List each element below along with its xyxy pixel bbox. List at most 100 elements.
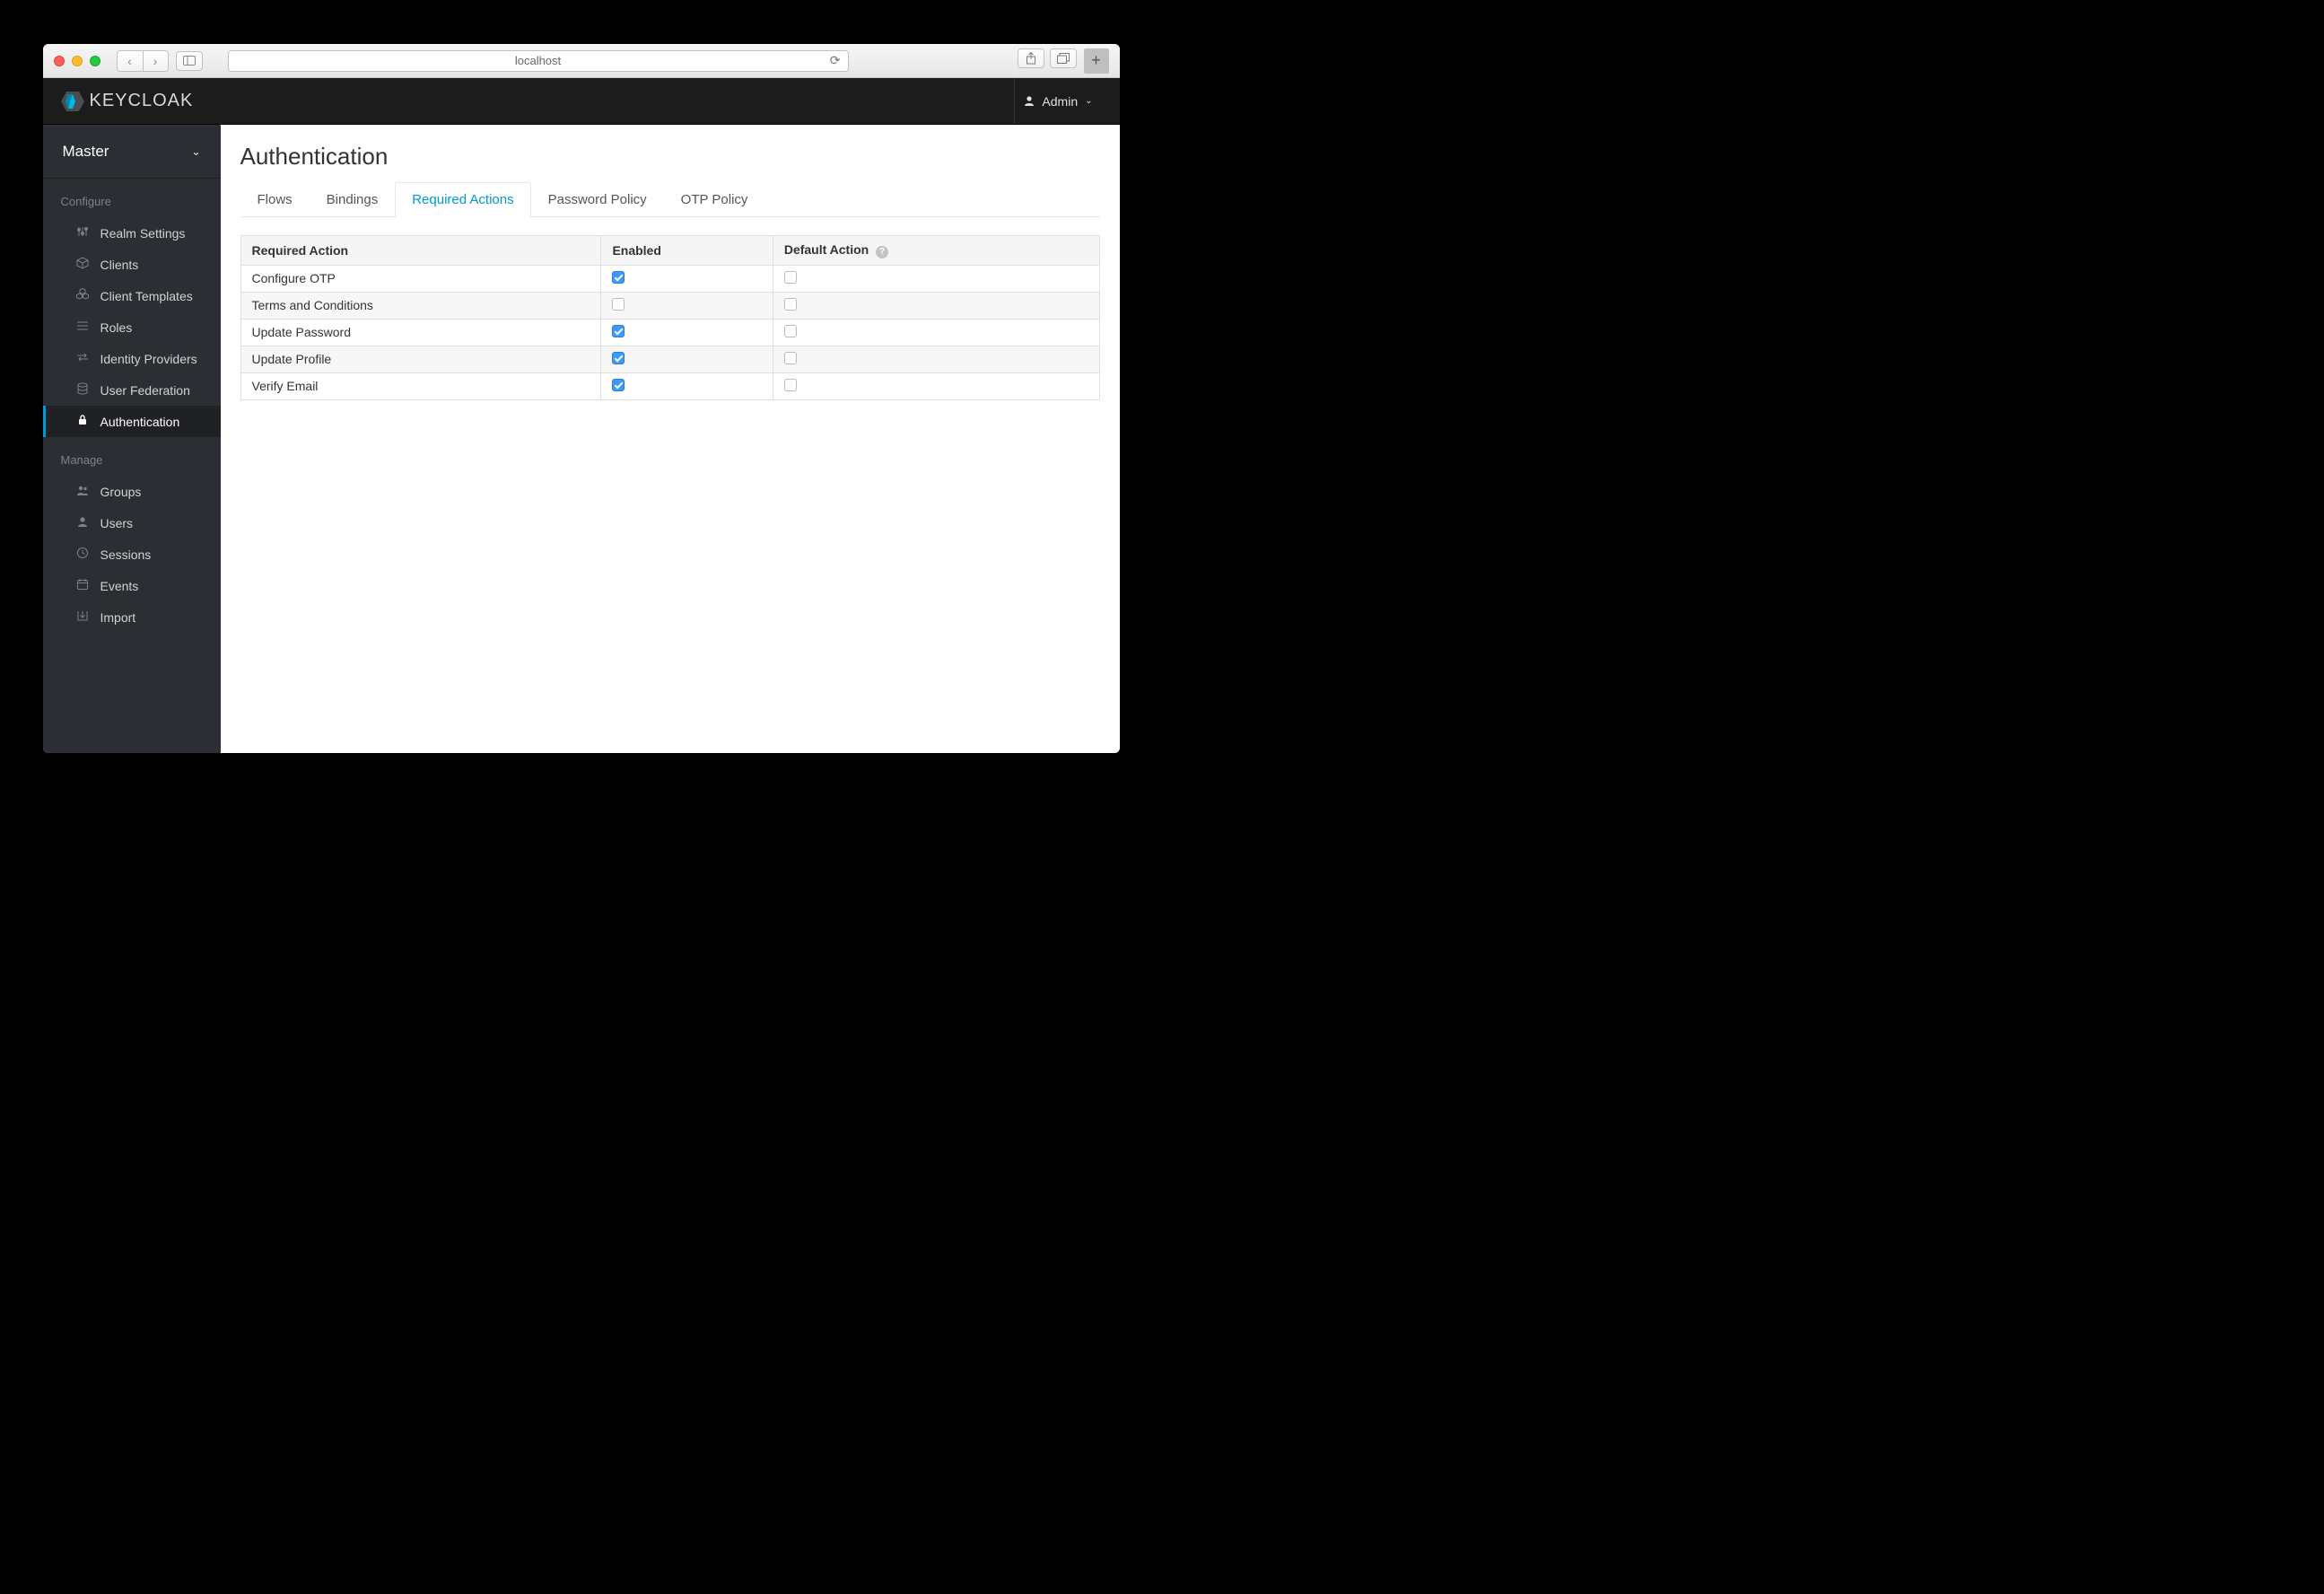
sidebar-item-label: Users: [100, 516, 134, 530]
action-name-cell: Update Profile: [240, 346, 601, 372]
plus-icon: +: [1091, 51, 1101, 70]
th-required-action: Required Action: [240, 236, 601, 266]
sidebar-item-label: Authentication: [100, 415, 180, 429]
share-button[interactable]: [1018, 48, 1044, 68]
list-icon: [75, 320, 90, 335]
reload-icon[interactable]: ⟳: [830, 53, 841, 68]
enabled-checkbox[interactable]: [612, 271, 625, 284]
default-cell: [773, 292, 1099, 319]
browser-right-buttons: +: [1018, 48, 1109, 74]
users-icon: [75, 484, 90, 499]
realm-selector[interactable]: Master ⌄: [43, 125, 221, 179]
cubes-icon: [75, 288, 90, 303]
default-cell: [773, 319, 1099, 346]
action-name-cell: Terms and Conditions: [240, 292, 601, 319]
sidebar-item-label: Client Templates: [100, 289, 193, 303]
new-tab-button[interactable]: +: [1084, 48, 1109, 74]
database-icon: [75, 382, 90, 398]
help-icon[interactable]: ?: [876, 246, 888, 258]
action-name-cell: Update Password: [240, 319, 601, 346]
sidebar-item-label: Clients: [100, 258, 139, 272]
sidebar-item-roles[interactable]: Roles: [43, 311, 221, 343]
sidebar-item-client-templates[interactable]: Client Templates: [43, 280, 221, 311]
enabled-cell: [601, 346, 773, 372]
sidebar-item-authentication[interactable]: Authentication: [43, 406, 221, 437]
default-action-checkbox[interactable]: [784, 379, 797, 391]
th-default-label: Default Action: [784, 242, 869, 257]
default-cell: [773, 265, 1099, 292]
enabled-checkbox[interactable]: [612, 298, 625, 311]
sidebar-item-import[interactable]: Import: [43, 601, 221, 633]
calendar-icon: [75, 578, 90, 593]
sidebar-item-clients[interactable]: Clients: [43, 249, 221, 280]
chevron-down-icon: ⌄: [1085, 96, 1092, 106]
exchange-icon: [75, 351, 90, 366]
panel-icon: [183, 56, 196, 66]
table-row: Terms and Conditions: [240, 292, 1099, 319]
default-action-checkbox[interactable]: [784, 352, 797, 364]
default-action-checkbox[interactable]: [784, 271, 797, 284]
default-action-checkbox[interactable]: [784, 298, 797, 311]
tab-otp-policy[interactable]: OTP Policy: [664, 182, 765, 217]
user-label: Admin: [1042, 94, 1078, 109]
sidebar-heading: Configure: [43, 179, 221, 217]
sidebar-item-identity-providers[interactable]: Identity Providers: [43, 343, 221, 374]
enabled-cell: [601, 292, 773, 319]
user-icon: [1024, 94, 1035, 109]
sidebar: Master ⌄ Configure Realm Settings Clients C…: [43, 78, 221, 753]
tab-password-policy[interactable]: Password Policy: [531, 182, 664, 217]
table-row: Update Password: [240, 319, 1099, 346]
sidebar-item-groups[interactable]: Groups: [43, 476, 221, 507]
sidebar-item-label: Import: [100, 610, 136, 625]
brand-logo[interactable]: KEYCLOAK: [61, 91, 194, 111]
clock-icon: [75, 547, 90, 562]
enabled-checkbox[interactable]: [612, 379, 625, 391]
app-topbar: KEYCLOAK Admin ⌄: [43, 78, 1120, 125]
window-controls: [54, 56, 100, 66]
sidebar-item-events[interactable]: Events: [43, 570, 221, 601]
table-row: Update Profile: [240, 346, 1099, 372]
enabled-checkbox[interactable]: [612, 325, 625, 337]
required-actions-table: Required Action Enabled Default Action ?…: [240, 235, 1100, 400]
keycloak-logo-icon: [61, 92, 84, 111]
action-name-cell: Configure OTP: [240, 265, 601, 292]
minimize-window-button[interactable]: [72, 56, 83, 66]
tabs-icon: [1057, 53, 1070, 64]
sidebar-item-users[interactable]: Users: [43, 507, 221, 539]
sidebar-item-label: Sessions: [100, 547, 152, 562]
sidebar-item-realm-settings[interactable]: Realm Settings: [43, 217, 221, 249]
maximize-window-button[interactable]: [90, 56, 100, 66]
sidebar-item-label: Realm Settings: [100, 226, 186, 241]
sidebar-item-label: Events: [100, 579, 139, 593]
enabled-checkbox[interactable]: [612, 352, 625, 364]
chevron-left-icon: ‹: [127, 54, 132, 68]
default-cell: [773, 346, 1099, 372]
sidebar-toggle-button[interactable]: [176, 51, 203, 71]
close-window-button[interactable]: [54, 56, 65, 66]
chevron-down-icon: ⌄: [191, 145, 200, 158]
sliders-icon: [75, 225, 90, 241]
forward-button[interactable]: ›: [143, 51, 168, 71]
page-title: Authentication: [240, 143, 1100, 171]
back-button[interactable]: ‹: [118, 51, 143, 71]
browser-chrome: ‹ › localhost ⟳ +: [43, 44, 1120, 78]
nav-buttons: ‹ ›: [117, 50, 169, 72]
table-row: Configure OTP: [240, 265, 1099, 292]
chevron-right-icon: ›: [153, 54, 158, 68]
sidebar-item-sessions[interactable]: Sessions: [43, 539, 221, 570]
default-action-checkbox[interactable]: [784, 325, 797, 337]
th-default-action: Default Action ?: [773, 236, 1099, 266]
url-bar[interactable]: localhost ⟳: [228, 50, 849, 72]
user-menu[interactable]: Admin ⌄: [1014, 78, 1101, 124]
table-row: Verify Email: [240, 372, 1099, 399]
sidebar-item-user-federation[interactable]: User Federation: [43, 374, 221, 406]
th-enabled: Enabled: [601, 236, 773, 266]
import-icon: [75, 609, 90, 625]
sidebar-item-label: Identity Providers: [100, 352, 197, 366]
tab-flows[interactable]: Flows: [240, 182, 310, 217]
tab-required-actions[interactable]: Required Actions: [395, 182, 530, 217]
enabled-cell: [601, 319, 773, 346]
lock-icon: [75, 414, 90, 429]
tabs-button[interactable]: [1050, 48, 1077, 68]
tab-bindings[interactable]: Bindings: [310, 182, 396, 217]
